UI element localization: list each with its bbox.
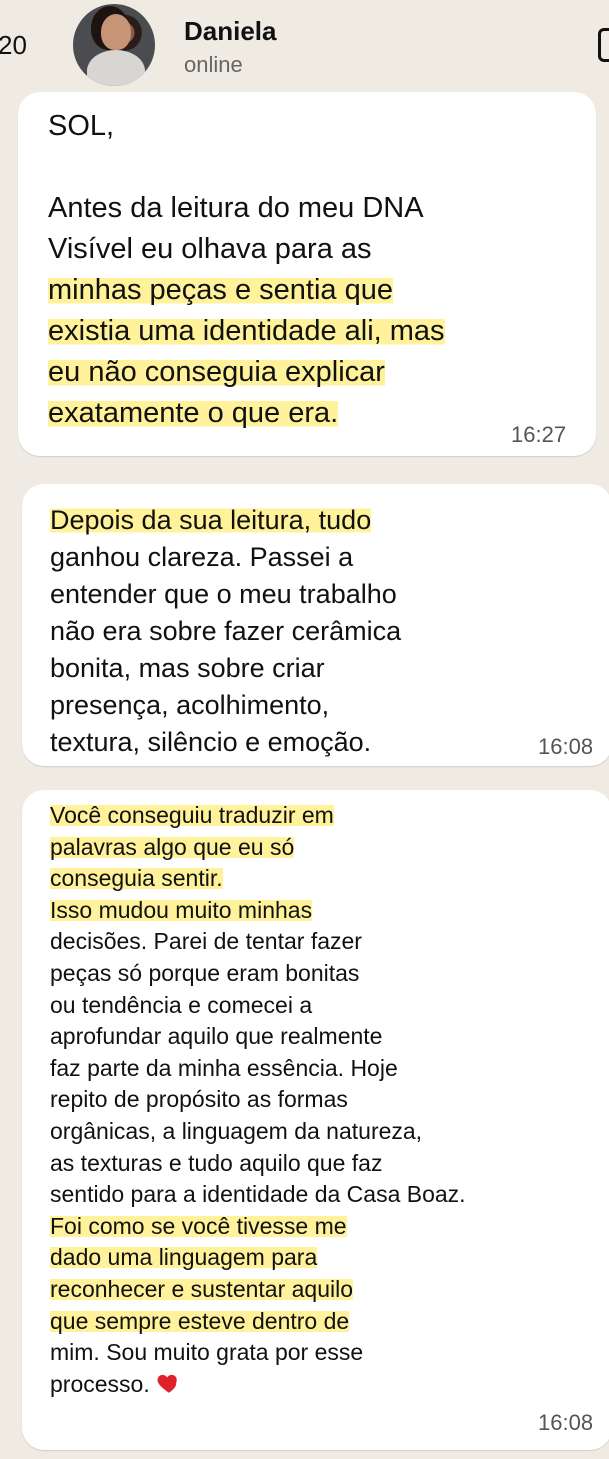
message-line: eu não conseguia explicar [48,356,385,388]
message-line: Depois da sua leitura, tudo [50,505,372,535]
avatar-face [101,14,131,50]
contact-status: online [184,52,243,77]
message-line: peças só porque eram bonitas [50,959,360,986]
video-call-icon[interactable] [598,28,609,62]
message-line: sentido para a identidade da Casa Boaz. [50,1181,466,1208]
message-line: Foi como se você tivesse me [50,1212,347,1239]
avatar-body [87,50,145,86]
message-time: 16:08 [538,1410,594,1435]
message-line: aprofundar aquilo que realmente [50,1023,383,1050]
message-line: minhas peças e sentia que [48,274,393,306]
message-time: 16:27 [511,422,567,447]
message-line: Você conseguiu traduzir em [50,802,334,828]
message-line: Visível eu olhava para as [48,233,372,265]
chat-header: 20 Daniela online [0,0,609,92]
message-line: bonita, mas sobre criar [50,653,325,683]
message-line: textura, silêncio e emoção. [50,727,372,757]
message-text: SOL, Antes da leitura do meu DNA Visível… [48,106,445,434]
message-bubble[interactable]: Você conseguiu traduzir em palavras algo… [22,790,609,1450]
message-line: repito de propósito as formas [50,1086,348,1113]
avatar[interactable] [73,4,155,86]
message-line: decisões. Parei de tentar fazer [50,928,362,955]
message-line: faz parte da minha essência. Hoje [50,1054,398,1081]
message-line: entender que o meu trabalho [50,579,397,609]
message-line: as texturas e tudo aquilo que faz [50,1149,383,1176]
message-line: ou tendência e comecei a [50,991,313,1018]
message-line: exatamente o que era. [48,397,339,429]
message-line: Antes da leitura do meu DNA [48,192,424,224]
message-line: Isso mudou muito minhas [50,896,313,923]
message-line: não era sobre fazer cerâmica [50,616,402,646]
message-line: presença, acolhimento, [50,690,330,720]
message-line: palavras algo que eu só [50,833,295,860]
message-line: processo. [50,1370,150,1397]
message-bubble[interactable]: Depois da sua leitura, tudo ganhou clare… [22,484,609,766]
message-line: orgânicas, a linguagem da natureza, [50,1117,423,1144]
message-line: ganhou clareza. Passei a [50,542,354,572]
message-line: conseguia sentir. [50,865,223,892]
message-line: existia uma identidade ali, mas [48,315,445,347]
message-time: 16:08 [538,734,594,759]
message-line: SOL, [48,110,115,142]
message-line: reconhecer e sustentar aquilo [50,1275,354,1302]
heart-icon [157,1374,177,1393]
back-unread-count[interactable]: 20 [0,30,27,61]
message-line: que sempre esteve dentro de [50,1307,350,1334]
message-bubble[interactable]: SOL, Antes da leitura do meu DNA Visível… [18,92,596,456]
message-line: mim. Sou muito grata por esse [50,1339,364,1366]
message-text: Depois da sua leitura, tudo ganhou clare… [50,502,401,761]
message-line: dado uma linguagem para [50,1244,318,1271]
message-text: Você conseguiu traduzir em palavras algo… [50,800,466,1400]
contact-name[interactable]: Daniela [184,16,277,47]
